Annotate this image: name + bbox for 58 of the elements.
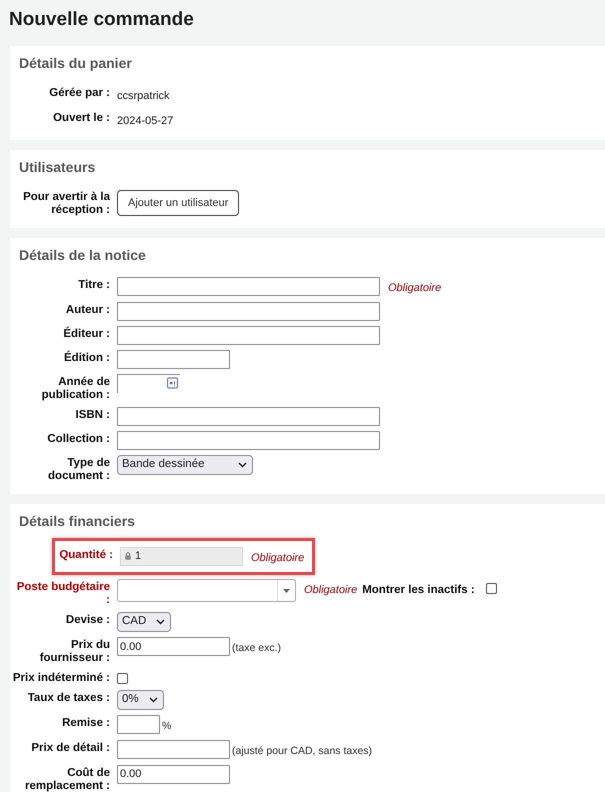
- required-note: Obligatoire: [251, 550, 304, 566]
- field-label: ISBN :: [74, 408, 111, 422]
- input-field[interactable]: [117, 277, 380, 296]
- required-note: Obligatoire: [388, 281, 442, 296]
- lock-icon: [125, 552, 131, 560]
- page-title: Nouvelle commande: [9, 8, 195, 32]
- field-label: Prix du fournisseur :: [38, 638, 111, 665]
- dropdown[interactable]: CAD: [117, 612, 172, 632]
- checkbox[interactable]: [117, 673, 128, 684]
- input-field[interactable]: [117, 350, 230, 368]
- field-label: Titre :: [77, 278, 111, 292]
- field-label: Remise :: [61, 716, 111, 730]
- section-title: Utilisateurs: [18, 159, 96, 176]
- input-field[interactable]: [117, 326, 380, 344]
- field-label: Gérée par :: [48, 86, 111, 100]
- calendar-icon[interactable]: [167, 376, 178, 388]
- checkbox[interactable]: [486, 583, 497, 594]
- field-label: Poste budgétaire :: [16, 580, 111, 607]
- section-title: Détails de la notice: [18, 247, 147, 264]
- chevron-icon: [156, 619, 166, 625]
- chevron-icon: [238, 462, 248, 468]
- required-note: Obligatoire: [304, 583, 358, 598]
- field-label: Année de publication :: [40, 374, 111, 402]
- input-field[interactable]: [117, 406, 380, 426]
- input-field[interactable]: 0.00: [117, 637, 230, 656]
- input-field[interactable]: 0.00: [117, 764, 230, 784]
- field-label: Prix indéterminé :: [12, 671, 111, 685]
- field-label: Pour avertir à la réception :: [22, 190, 111, 217]
- field-label: Prix de détail :: [30, 740, 111, 755]
- input-field[interactable]: [117, 302, 380, 320]
- field-label: Auteur :: [64, 302, 111, 316]
- field-note: (ajusté pour CAD, sans taxes): [232, 744, 372, 759]
- field-label: Type de document :: [47, 456, 111, 482]
- section-title: Détails du panier: [18, 55, 133, 72]
- section-title: Détails financiers: [18, 512, 136, 530]
- field-label: Taux de taxes :: [26, 691, 111, 705]
- field-label: Coût de remplacement :: [24, 766, 111, 792]
- field-label: Devise :: [64, 613, 111, 627]
- field-label: Montrer les inactifs :: [362, 583, 475, 598]
- dropdown[interactable]: Bande dessinée: [117, 454, 254, 474]
- combo-field[interactable]: [117, 579, 296, 602]
- field-note: (taxe exc.): [232, 641, 282, 656]
- field-label: Éditeur :: [62, 326, 111, 340]
- input-field[interactable]: [117, 740, 230, 759]
- field-note: %: [162, 719, 172, 734]
- field-label: Quantité :: [58, 548, 114, 562]
- field-label: Ouvert le :: [52, 110, 111, 124]
- readonly-field: 1: [120, 546, 243, 566]
- field-value: 2024-05-27: [117, 114, 174, 128]
- input-field[interactable]: [117, 430, 380, 450]
- date-field[interactable]: [117, 374, 180, 392]
- input-field[interactable]: [117, 715, 160, 734]
- add-user-button[interactable]: Ajouter un utilisateur: [117, 190, 240, 216]
- field-label: Édition :: [63, 350, 111, 364]
- chevron-icon: [148, 697, 158, 703]
- field-label: Collection :: [46, 432, 111, 446]
- dropdown[interactable]: 0%: [117, 690, 164, 710]
- field-value: ccsrpatrick: [117, 89, 170, 104]
